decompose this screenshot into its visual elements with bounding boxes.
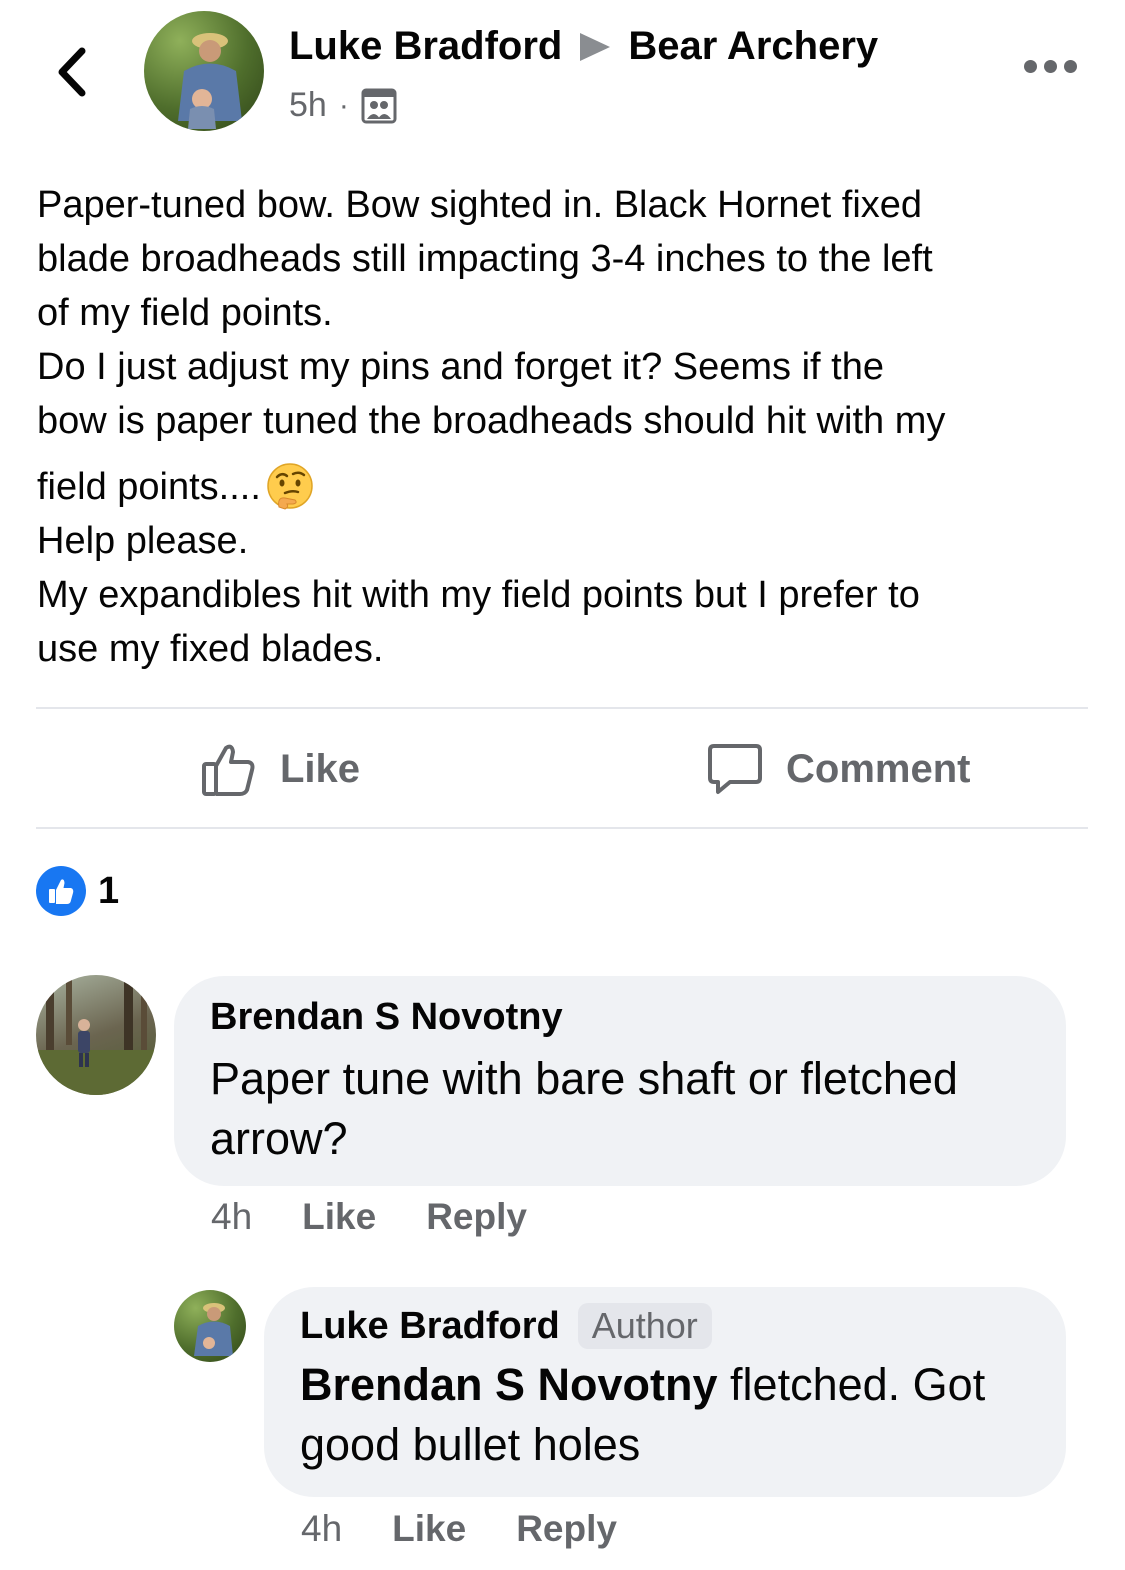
- reply-author: Luke Bradford Author: [300, 1303, 1030, 1349]
- comment-time[interactable]: 4h: [211, 1196, 252, 1238]
- comment-line: Paper tune with bare shaft or fletched: [210, 1053, 958, 1104]
- thumbs-up-outline-icon: [202, 744, 255, 796]
- chevron-left-icon: [58, 47, 86, 97]
- reply-line: good bullet holes: [300, 1419, 641, 1470]
- comment-label: Comment: [786, 746, 971, 791]
- commenter-name[interactable]: Brendan S Novotny: [210, 996, 563, 1039]
- group-audience-icon: [361, 88, 397, 123]
- separator-dot: ·: [338, 88, 349, 122]
- play-arrow-icon: [580, 32, 611, 61]
- post-header: Luke Bradford Bear Archery: [289, 24, 878, 69]
- post-meta: 5h ·: [289, 86, 397, 125]
- back-button[interactable]: [48, 44, 96, 100]
- reaction-summary[interactable]: 1: [36, 866, 119, 916]
- like-button[interactable]: Like: [200, 740, 360, 798]
- post-line: Do I just adjust my pins and forget it? …: [37, 346, 884, 388]
- commenter-photo: [36, 975, 156, 1095]
- reply-text: Brendan S Novotny fletched. Got good bul…: [300, 1355, 1030, 1475]
- more-dot: [1024, 60, 1037, 73]
- group-name[interactable]: Bear Archery: [628, 24, 878, 69]
- like-reaction-icon: [36, 866, 86, 916]
- author-avatar[interactable]: [144, 11, 264, 131]
- author-badge: Author: [577, 1303, 712, 1349]
- author-name[interactable]: Luke Bradford: [289, 24, 562, 69]
- comment-line: arrow?: [210, 1113, 348, 1164]
- comment-bubble[interactable]: Brendan S Novotny Paper tune with bare s…: [174, 976, 1066, 1186]
- commenter-avatar[interactable]: [36, 975, 156, 1095]
- more-dot: [1064, 60, 1077, 73]
- more-options-icon[interactable]: [1024, 60, 1077, 73]
- post-time[interactable]: 5h: [289, 86, 327, 125]
- comment-reply-button[interactable]: Reply: [426, 1196, 527, 1238]
- reply-actions: 4h Like Reply: [301, 1508, 617, 1550]
- more-dot: [1044, 60, 1057, 73]
- comment-author: Brendan S Novotny: [210, 996, 1030, 1039]
- mention-link[interactable]: Brendan S Novotny: [300, 1359, 718, 1410]
- reaction-count: 1: [98, 869, 120, 912]
- post-line: Help please.: [37, 520, 249, 562]
- thinking-face-icon: [267, 463, 313, 510]
- reply-reply-button[interactable]: Reply: [516, 1508, 617, 1550]
- divider-top: [36, 707, 1088, 709]
- reply-author-name[interactable]: Luke Bradford: [300, 1305, 560, 1348]
- post-line-with-emoji: field points....: [37, 460, 1097, 514]
- reply-line: Brendan S Novotny fletched. Got: [300, 1355, 1030, 1415]
- reply-text-part: fletched. Got: [717, 1359, 986, 1410]
- post-line: of my field points.: [37, 292, 333, 334]
- reply-like-button[interactable]: Like: [392, 1508, 466, 1550]
- post-line: field points....: [37, 466, 261, 508]
- post-line: bow is paper tuned the broadheads should…: [37, 400, 946, 442]
- comment-bubble-icon: [708, 744, 762, 794]
- reply-author-avatar[interactable]: [174, 1290, 246, 1362]
- reply-author-photo: [194, 1303, 233, 1356]
- reply-time[interactable]: 4h: [301, 1508, 342, 1550]
- comment-button[interactable]: Comment: [706, 740, 970, 798]
- post-line: My expandibles hit with my field points …: [37, 574, 920, 616]
- post-line: use my fixed blades.: [37, 628, 384, 670]
- comment-text: Paper tune with bare shaft or fletched a…: [210, 1049, 1030, 1169]
- post-text: Paper-tuned bow. Bow sighted in. Black H…: [37, 178, 1097, 676]
- divider-bottom: [36, 827, 1088, 829]
- comment-like-button[interactable]: Like: [302, 1196, 376, 1238]
- like-label: Like: [280, 746, 361, 791]
- comment-actions: 4h Like Reply: [211, 1196, 527, 1238]
- reply-bubble[interactable]: Luke Bradford Author Brendan S Novotny f…: [264, 1287, 1066, 1497]
- author-photo: [178, 33, 242, 129]
- post-line: blade broadheads still impacting 3-4 inc…: [37, 238, 933, 280]
- post-line: Paper-tuned bow. Bow sighted in. Black H…: [37, 184, 923, 226]
